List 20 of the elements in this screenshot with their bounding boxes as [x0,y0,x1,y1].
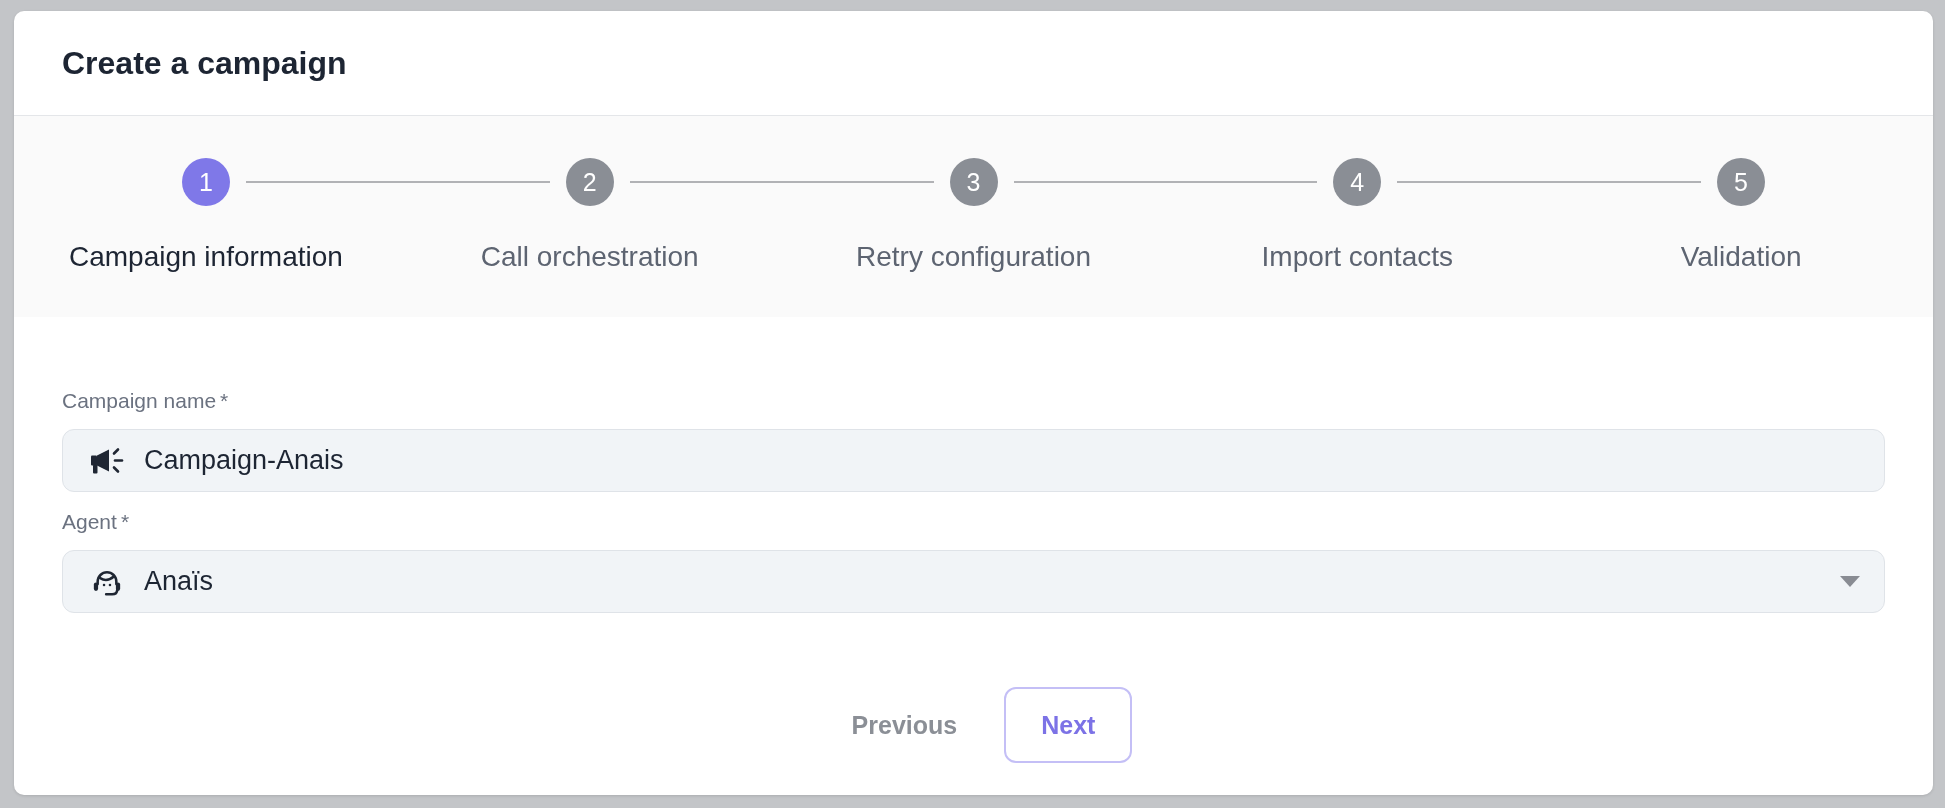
dialog-title: Create a campaign [62,44,347,82]
step-label: Import contacts [1261,240,1453,274]
text-field[interactable]: Campaign-Anais [62,429,1885,492]
caret-icon [1840,576,1860,587]
step-number: 5 [1717,158,1765,206]
step-number: 3 [949,158,998,206]
field-label: Campaign name [62,388,217,414]
step-number: 1 [182,158,230,206]
required-mark: * [120,509,130,535]
field-label: Agent [62,509,117,535]
step-label: Campaign information [68,240,343,274]
next-button[interactable]: Next [1004,687,1133,763]
step-number: 2 [565,158,614,206]
dropdown-field[interactable]: Anaïs [62,550,1885,613]
step-label: Retry configuration [856,240,1091,274]
megaphone-icon [90,446,124,475]
required-mark: * [220,388,229,414]
step-label: Call orchestration [480,240,699,274]
step-label: Validation [1680,240,1802,274]
step-number: 4 [1333,158,1382,206]
